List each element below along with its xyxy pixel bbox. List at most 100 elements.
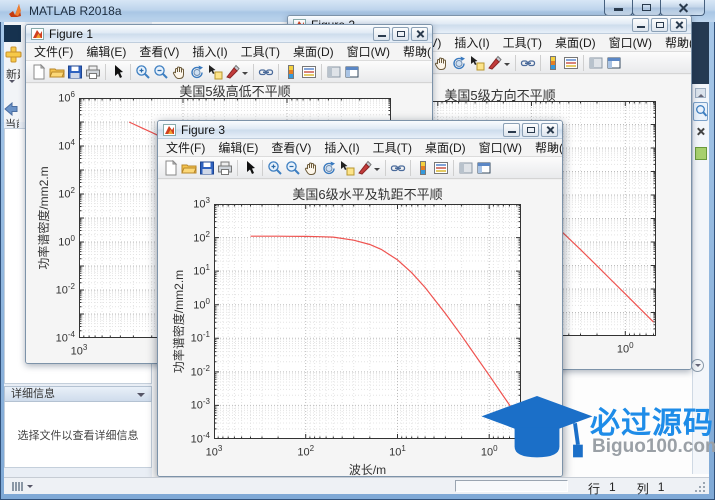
brush-icon[interactable] <box>224 63 242 81</box>
hide-plot-tools-icon[interactable] <box>457 159 475 177</box>
insert-colorbar-icon[interactable] <box>544 54 562 72</box>
zoom-out-icon[interactable] <box>152 63 170 81</box>
zoom-in-icon[interactable] <box>266 159 284 177</box>
menu-item[interactable]: 文件(F) <box>34 43 73 60</box>
minimize-button[interactable] <box>373 27 390 41</box>
data-cursor-icon[interactable] <box>338 159 356 177</box>
save-icon[interactable] <box>66 63 84 81</box>
resize-grip[interactable] <box>694 481 705 492</box>
brush-dropdown-caret[interactable] <box>242 71 248 78</box>
menu-item[interactable]: 帮助(H) <box>403 43 432 60</box>
close-button[interactable] <box>660 0 705 16</box>
print-icon[interactable] <box>216 159 234 177</box>
brush-icon[interactable] <box>486 54 504 72</box>
pan-hand-icon[interactable] <box>432 54 450 72</box>
rotate-3d-icon[interactable] <box>320 159 338 177</box>
menu-item[interactable]: 帮助(H) <box>535 139 562 156</box>
maximize-button[interactable] <box>522 123 539 137</box>
toolbar-separator <box>410 159 411 176</box>
insert-colorbar-icon[interactable] <box>282 63 300 81</box>
data-cursor-icon[interactable] <box>206 63 224 81</box>
menu-item[interactable]: 工具(T) <box>373 139 412 156</box>
new-dropdown-caret[interactable] <box>9 80 15 86</box>
maximize-button[interactable] <box>651 18 668 32</box>
y-axis-label: 功率谱密度/mm2.m <box>172 269 186 374</box>
link-plot-icon[interactable] <box>519 54 537 72</box>
open-file-icon[interactable] <box>48 63 66 81</box>
menu-item[interactable]: 工具(T) <box>503 34 542 51</box>
brush-dropdown-caret[interactable] <box>374 167 380 174</box>
edit-plot-cursor-icon[interactable] <box>109 63 127 81</box>
minimize-button[interactable] <box>604 0 633 16</box>
print-icon[interactable] <box>84 63 102 81</box>
hide-plot-tools-icon[interactable] <box>587 54 605 72</box>
plot-axes[interactable] <box>214 204 521 439</box>
insert-legend-icon[interactable] <box>432 159 450 177</box>
dock-figure-icon[interactable] <box>343 63 361 81</box>
menu-item[interactable]: 查看(V) <box>271 139 311 156</box>
insert-legend-icon[interactable] <box>562 54 580 72</box>
figure-titlebar[interactable]: Figure 1 <box>26 25 432 43</box>
zoom-in-icon[interactable] <box>134 63 152 81</box>
menu-overflow-icon[interactable]: » <box>679 35 686 49</box>
close-button[interactable] <box>411 27 428 41</box>
strip-close-button[interactable] <box>695 126 706 137</box>
menu-item[interactable]: 桌面(D) <box>425 139 466 156</box>
menu-item[interactable]: 编辑(E) <box>218 139 258 156</box>
x-tick-label: 103 <box>205 444 223 459</box>
menu-overflow-icon[interactable]: » <box>420 44 427 58</box>
close-button[interactable] <box>541 123 558 137</box>
x-tick-label: 100 <box>616 341 634 356</box>
magnifier-button[interactable] <box>693 102 708 121</box>
new-document-icon[interactable] <box>30 63 48 81</box>
menu-overflow-icon[interactable]: » <box>550 140 557 154</box>
collapse-panel-button[interactable] <box>691 359 704 372</box>
brush-icon[interactable] <box>356 159 374 177</box>
insert-colorbar-icon[interactable] <box>414 159 432 177</box>
menu-item[interactable]: 桌面(D) <box>293 43 334 60</box>
menu-item[interactable]: 插入(I) <box>324 139 359 156</box>
insert-legend-icon[interactable] <box>300 63 318 81</box>
statusbar-grip[interactable] <box>12 482 33 491</box>
close-button[interactable] <box>670 18 687 32</box>
figure-titlebar[interactable]: Figure 3 <box>158 121 562 139</box>
link-plot-icon[interactable] <box>389 159 407 177</box>
details-collapse-icon[interactable] <box>137 393 145 401</box>
menu-item[interactable]: 查看(V) <box>139 43 179 60</box>
minimize-icon <box>637 26 645 28</box>
rotate-3d-icon[interactable] <box>188 63 206 81</box>
menu-item[interactable]: 窗口(W) <box>479 139 522 156</box>
brush-dropdown-caret[interactable] <box>504 62 510 69</box>
rotate-3d-icon[interactable] <box>450 54 468 72</box>
menu-item[interactable]: 编辑(E) <box>86 43 126 60</box>
scroll-up-button[interactable] <box>695 88 706 98</box>
menu-item[interactable]: 窗口(W) <box>347 43 390 60</box>
details-panel-header[interactable]: 详细信息 <box>4 386 152 402</box>
minimize-button[interactable] <box>503 123 520 137</box>
maximize-button[interactable] <box>632 0 661 16</box>
pan-hand-icon[interactable] <box>302 159 320 177</box>
minimize-button[interactable] <box>632 18 649 32</box>
edit-plot-cursor-icon[interactable] <box>241 159 259 177</box>
hide-plot-tools-icon[interactable] <box>325 63 343 81</box>
open-file-icon[interactable] <box>180 159 198 177</box>
save-icon[interactable] <box>198 159 216 177</box>
link-plot-icon[interactable] <box>257 63 275 81</box>
maximize-button[interactable] <box>392 27 409 41</box>
toolbar-separator <box>583 54 584 71</box>
toolbar-separator <box>385 159 386 176</box>
menu-item[interactable]: 桌面(D) <box>555 34 596 51</box>
pan-hand-icon[interactable] <box>170 63 188 81</box>
green-file-icon[interactable] <box>695 147 707 160</box>
data-cursor-icon[interactable] <box>468 54 486 72</box>
dock-figure-icon[interactable] <box>475 159 493 177</box>
menu-item[interactable]: 插入(I) <box>192 43 227 60</box>
menu-item[interactable]: 窗口(W) <box>609 34 652 51</box>
menu-item[interactable]: 文件(F) <box>166 139 205 156</box>
zoom-out-icon[interactable] <box>284 159 302 177</box>
new-document-icon[interactable] <box>162 159 180 177</box>
menu-item[interactable]: 工具(T) <box>241 43 280 60</box>
dock-figure-icon[interactable] <box>605 54 623 72</box>
menu-item[interactable]: 插入(I) <box>454 34 489 51</box>
figure-title: Figure 1 <box>49 26 94 41</box>
